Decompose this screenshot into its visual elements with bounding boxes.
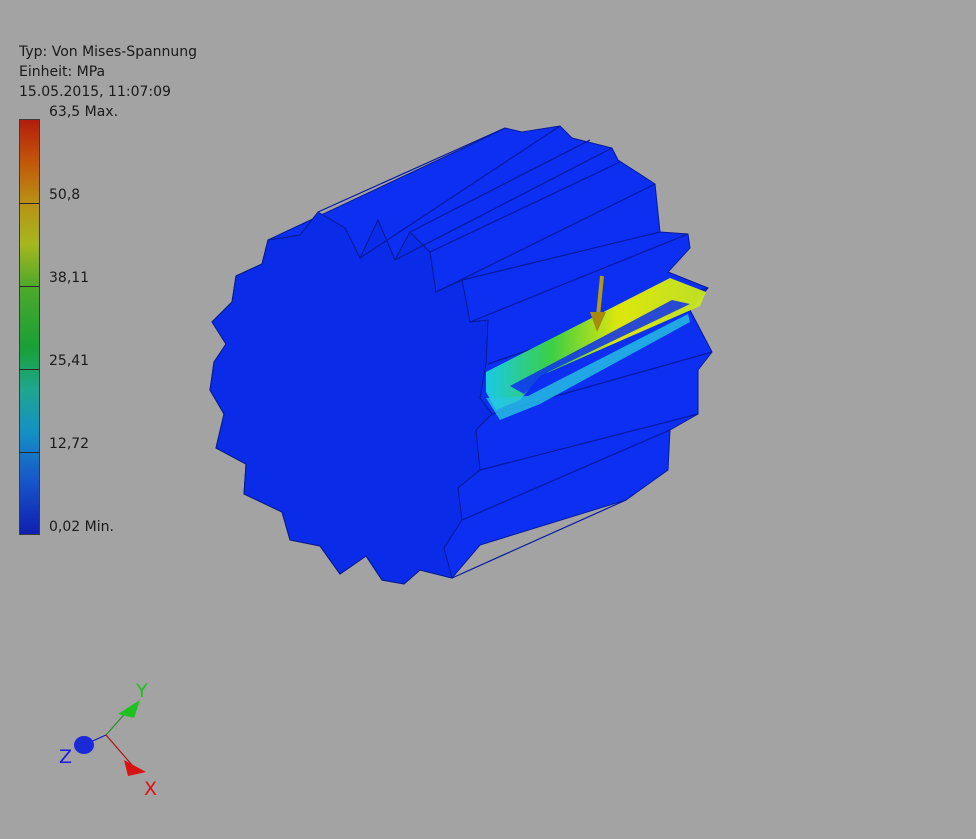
viewport[interactable]: Y X Z <box>0 0 976 839</box>
gear-model[interactable] <box>209 125 713 585</box>
z-axis-arrow-icon <box>74 736 94 754</box>
view-cube-axes[interactable]: Y X Z <box>59 680 157 800</box>
y-axis-label: Y <box>135 680 148 702</box>
x-axis-arrow-icon <box>124 760 146 776</box>
x-axis-label: X <box>144 778 157 800</box>
y-axis-arrow-icon <box>118 700 140 718</box>
z-axis-label: Z <box>59 746 72 768</box>
